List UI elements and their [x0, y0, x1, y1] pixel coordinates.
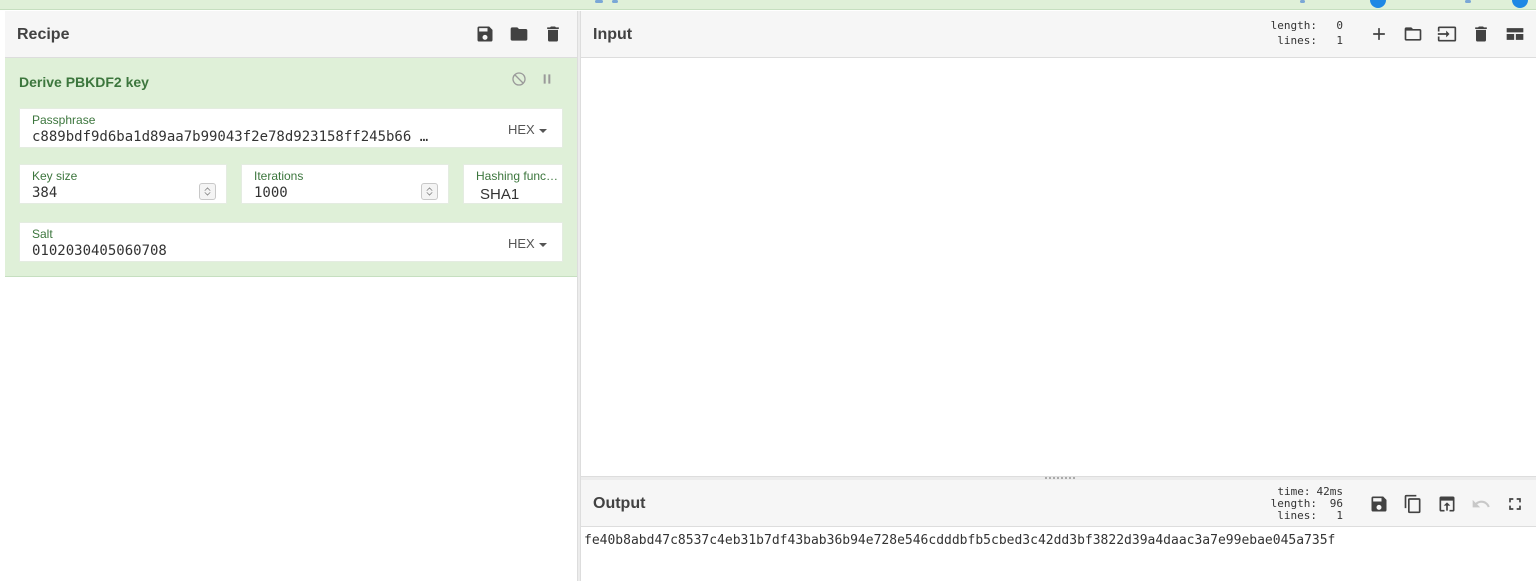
- iterations-label: Iterations: [254, 169, 304, 183]
- undo-button[interactable]: [1469, 492, 1493, 516]
- undo-icon: [1472, 499, 1490, 508]
- pause-icon: [543, 74, 551, 84]
- banner-text-fragment: [1465, 0, 1471, 3]
- key-size-field[interactable]: Key size 384: [19, 164, 227, 204]
- add-input-tab-button[interactable]: [1367, 22, 1391, 46]
- hashing-function-field[interactable]: Hashing funct… SHA1: [463, 164, 563, 204]
- save-recipe-button[interactable]: [473, 22, 497, 46]
- input-header: Input length: 0 lines: 1: [581, 11, 1536, 58]
- clear-recipe-button[interactable]: [541, 22, 565, 46]
- output-lines: 1: [1336, 509, 1343, 522]
- disable-icon: [512, 72, 526, 86]
- input-icon: [1437, 26, 1457, 42]
- open-file-button[interactable]: [1435, 22, 1459, 46]
- save-icon: [1371, 496, 1387, 512]
- replace-input-button[interactable]: [1435, 492, 1459, 516]
- iterations-field[interactable]: Iterations 1000: [241, 164, 449, 204]
- resize-grip-icon[interactable]: [1045, 477, 1075, 479]
- load-recipe-button[interactable]: [507, 22, 531, 46]
- folder-open-icon: [1404, 27, 1422, 41]
- salt-label: Salt: [32, 227, 53, 241]
- input-title: Input: [593, 26, 633, 43]
- open-folder-button[interactable]: [1401, 22, 1425, 46]
- copy-icon: [1404, 494, 1421, 514]
- salt-input[interactable]: 0102030405060708: [32, 243, 167, 259]
- clear-input-button[interactable]: [1469, 22, 1493, 46]
- stat-label: lines:: [1277, 509, 1317, 522]
- caret-down-icon: [538, 242, 547, 247]
- layout-icon: [1506, 28, 1524, 40]
- top-banner: [0, 0, 1536, 10]
- banner-text-fragment: [612, 0, 618, 3]
- banner-text-fragment: [1300, 0, 1305, 3]
- save-icon: [477, 26, 493, 42]
- iterations-input[interactable]: 1000: [254, 185, 288, 201]
- maximise-output-button[interactable]: [1503, 492, 1527, 516]
- key-size-stepper[interactable]: [199, 183, 216, 200]
- trash-icon: [547, 26, 559, 42]
- salt-field[interactable]: Salt 0102030405060708 HEX: [19, 222, 563, 262]
- settings-icon[interactable]: [1370, 0, 1386, 8]
- passphrase-input[interactable]: c889bdf9d6ba1d89aa7b99043f2e78d923158ff2…: [32, 129, 487, 145]
- key-size-label: Key size: [32, 169, 78, 183]
- recipe-title: Recipe: [17, 26, 70, 43]
- input-length: 0: [1336, 19, 1343, 32]
- fullscreen-icon: [1509, 498, 1521, 510]
- input-stats: length: 0 lines: 1: [1271, 20, 1343, 47]
- input-lines: 1: [1336, 34, 1343, 47]
- reset-layout-button[interactable]: [1503, 22, 1527, 46]
- key-size-input[interactable]: 384: [32, 185, 57, 201]
- operation-derive-pbkdf2[interactable]: Derive PBKDF2 key Passphrase c889bdf9d6b…: [5, 58, 577, 277]
- hashing-function-label: Hashing funct…: [476, 169, 560, 183]
- input-panel: Input length: 0 lines: 1: [581, 11, 1536, 476]
- copy-output-button[interactable]: [1401, 492, 1425, 516]
- disable-operation-button[interactable]: [510, 70, 528, 88]
- caret-down-icon: [538, 128, 547, 133]
- passphrase-field[interactable]: Passphrase c889bdf9d6ba1d89aa7b99043f2e7…: [19, 108, 563, 148]
- plus-icon: [1373, 28, 1385, 40]
- passphrase-format-dropdown[interactable]: HEX: [508, 122, 547, 137]
- output-text[interactable]: fe40b8abd47c8537c4eb31b7df43bab36b94e728…: [584, 533, 1335, 548]
- format-label: HEX: [508, 236, 535, 251]
- output-header: Output time: 42ms length: 96 lines: 1: [581, 480, 1536, 527]
- iterations-stepper[interactable]: [421, 183, 438, 200]
- help-icon[interactable]: [1512, 0, 1528, 8]
- folder-icon: [510, 27, 528, 41]
- recipe-header: Recipe: [5, 11, 577, 58]
- input-textarea[interactable]: [581, 58, 1536, 476]
- open-in-icon: [1439, 496, 1455, 512]
- operation-title: Derive PBKDF2 key: [19, 74, 149, 90]
- output-title: Output: [593, 495, 646, 512]
- passphrase-label: Passphrase: [32, 113, 96, 127]
- stat-label: lines:: [1277, 34, 1317, 47]
- output-stats: time: 42ms length: 96 lines: 1: [1261, 486, 1343, 522]
- pause-operation-button[interactable]: [538, 70, 556, 88]
- trash-icon: [1475, 26, 1487, 42]
- stat-label: length:: [1270, 19, 1317, 32]
- save-output-button[interactable]: [1367, 492, 1391, 516]
- output-panel: Output time: 42ms length: 96 lines: 1 fe40b…: [581, 480, 1536, 581]
- banner-text-fragment: [595, 0, 603, 3]
- recipe-panel: Recipe Derive PBKDF2 key Passphrase c889…: [5, 11, 577, 581]
- hashing-function-select[interactable]: SHA1: [480, 186, 519, 203]
- salt-format-dropdown[interactable]: HEX: [508, 236, 547, 251]
- format-label: HEX: [508, 122, 535, 137]
